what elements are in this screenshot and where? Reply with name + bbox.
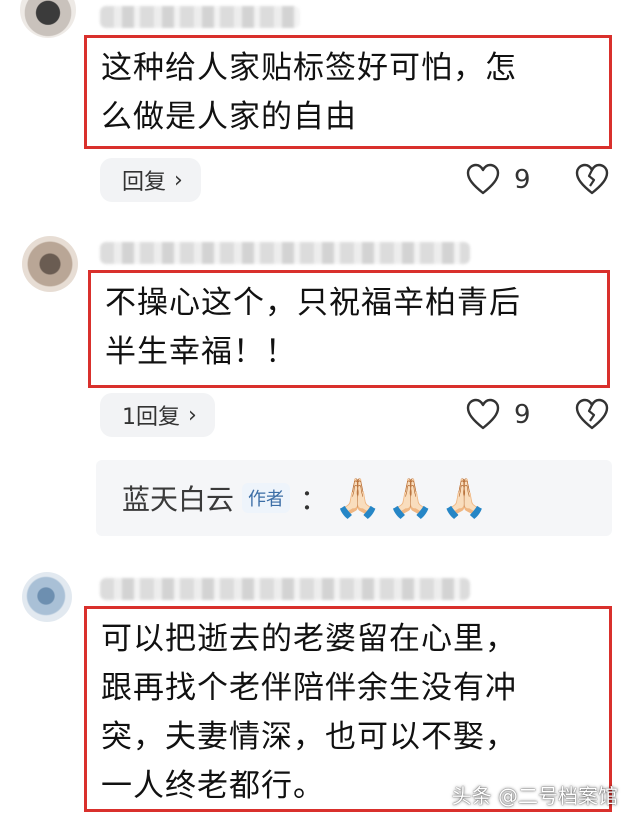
comment-3-line-2: 跟再找个老伴陪伴余生没有冲	[101, 670, 517, 706]
heart-outline-icon	[466, 163, 500, 195]
avatar-comment-2[interactable]	[22, 236, 78, 292]
praying-hands-emoji: 🙏🏻	[387, 476, 435, 520]
chevron-right-icon: ›	[188, 402, 197, 428]
comment-2-line-1: 不操心这个，只祝福辛柏青后	[105, 285, 521, 321]
comment-2-like-button[interactable]: 9	[466, 398, 531, 432]
comment-3-line-3: 突，夫妻情深，也可以不娶，	[101, 719, 517, 755]
comment-2-like-count: 9	[514, 400, 531, 430]
praying-hands-emoji: 🙏🏻	[334, 476, 382, 520]
comment-2-text-box: 不操心这个，只祝福辛柏青后 半生幸福！！	[88, 270, 610, 388]
watermark: 头条 @二号档案馆	[451, 784, 618, 808]
author-badge: 作者	[242, 483, 291, 513]
comment-1-text-box: 这种给人家贴标签好可怕，怎 么做是人家的自由	[84, 35, 612, 149]
sub-reply-colon: ：	[300, 483, 329, 516]
sub-reply-author[interactable]: 蓝天白云	[122, 478, 234, 518]
comment-1-like-count: 9	[514, 165, 531, 195]
heart-outline-icon	[466, 398, 500, 430]
comment-2-reply-button[interactable]: 1回复 ›	[100, 393, 215, 437]
comment-1-line-1: 这种给人家贴标签好可怕，怎	[101, 50, 517, 86]
comment-1-reply-button[interactable]: 回复 ›	[100, 158, 201, 202]
avatar-comment-3[interactable]	[22, 572, 72, 622]
broken-heart-icon[interactable]	[574, 397, 610, 433]
comment-1-like-button[interactable]: 9	[466, 163, 531, 197]
sub-reply-item[interactable]: 蓝天白云 作者 ： 🙏🏻 🙏🏻 🙏🏻	[96, 460, 612, 536]
praying-hands-emoji: 🙏🏻	[440, 476, 489, 520]
avatar-comment-1[interactable]	[20, 0, 76, 38]
chevron-right-icon: ›	[174, 167, 183, 193]
comment-1-reply-label: 回复	[122, 170, 167, 195]
comment-2-meta-blurred	[100, 242, 470, 264]
comment-3-meta-blurred	[100, 578, 470, 600]
comment-1-meta-blurred	[100, 6, 300, 28]
comment-3-line-1: 可以把逝去的老婆留在心里，	[101, 621, 517, 657]
comment-2-reply-label: 1回复	[122, 405, 180, 430]
comment-2-line-2: 半生幸福！！	[105, 334, 297, 370]
comment-1-line-2: 么做是人家的自由	[101, 99, 357, 135]
broken-heart-icon[interactable]	[574, 162, 610, 198]
